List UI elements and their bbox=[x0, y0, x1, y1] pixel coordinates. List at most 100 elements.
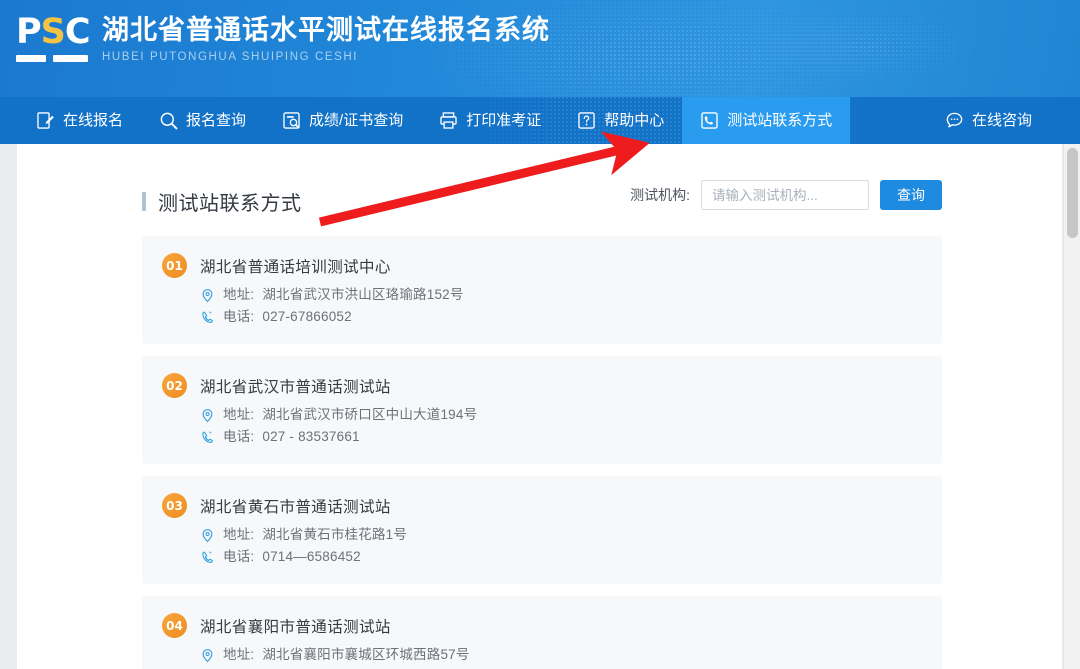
nav-label: 报名查询 bbox=[186, 111, 247, 129]
logo-letter-c: C bbox=[64, 12, 91, 52]
station-details: 地址: 湖北省黄石市桂花路1号 电话: 0714—6586452 bbox=[200, 524, 922, 568]
nav-label: 帮助中心 bbox=[604, 111, 665, 129]
station-header: 02 湖北省武汉市普通话测试站 bbox=[162, 373, 922, 398]
left-gutter bbox=[0, 144, 17, 669]
station-details: 地址: 湖北省襄阳市襄城区环城西路57号 电话: 0710-3530101 | … bbox=[200, 644, 922, 669]
content-container: 测试站联系方式 测试机构: 查询 01 湖北省普通话培训测试中心 bbox=[142, 144, 942, 669]
station-list: 01 湖北省普通话培训测试中心 地址: 湖北省武汉市洪山区珞瑜路152号 电话:… bbox=[142, 236, 942, 669]
station-address-row: 地址: 湖北省武汉市硚口区中山大道194号 bbox=[200, 404, 922, 426]
address-label: 地址: bbox=[223, 287, 255, 302]
page-title-row: 测试站联系方式 测试机构: 查询 bbox=[142, 170, 942, 232]
phone-icon bbox=[202, 431, 213, 443]
station-address-row: 地址: 湖北省武汉市洪山区珞瑜路152号 bbox=[200, 284, 922, 306]
nav-items-left: 在线报名 报名查询 成绩/证书查询 打印准考证 帮助中心 测试站联系方式 bbox=[18, 97, 851, 144]
station-index-badge: 02 bbox=[162, 373, 187, 398]
nav-item-online-registration[interactable]: 在线报名 bbox=[18, 97, 141, 144]
station-phone-row: 电话: 0714—6586452 bbox=[200, 546, 922, 568]
search-button[interactable]: 查询 bbox=[880, 180, 942, 210]
nav-item-print-admission-ticket[interactable]: 打印准考证 bbox=[421, 97, 559, 144]
station-index-badge: 01 bbox=[162, 253, 187, 278]
document-search-icon bbox=[283, 112, 300, 129]
address-value: 湖北省黄石市桂花路1号 bbox=[262, 527, 408, 542]
logo-bar-left bbox=[16, 55, 46, 62]
location-pin-icon bbox=[202, 408, 213, 422]
station-name: 湖北省襄阳市普通话测试站 bbox=[200, 618, 391, 636]
address-value: 湖北省武汉市洪山区珞瑜路152号 bbox=[262, 287, 464, 302]
station-card[interactable]: 04 湖北省襄阳市普通话测试站 地址: 湖北省襄阳市襄城区环城西路57号 bbox=[142, 596, 942, 669]
edit-form-icon bbox=[37, 112, 54, 129]
phone-label: 电话: bbox=[223, 309, 255, 324]
site-brand: PSC 湖北省普通话水平测试在线报名系统 HUBEI PUTONGHUA SHU… bbox=[16, 12, 550, 68]
phone-value: 0714—6586452 bbox=[262, 549, 361, 564]
station-index-badge: 03 bbox=[162, 493, 187, 518]
station-name: 湖北省普通话培训测试中心 bbox=[200, 258, 391, 276]
logo-bar-right bbox=[53, 55, 88, 62]
station-phone-row: 电话: 027-67866052 bbox=[200, 306, 922, 328]
search-label: 测试机构: bbox=[630, 187, 690, 203]
nav-label: 测试站联系方式 bbox=[727, 111, 833, 129]
station-name: 湖北省黄石市普通话测试站 bbox=[200, 498, 391, 516]
station-header: 04 湖北省襄阳市普通话测试站 bbox=[162, 613, 922, 638]
station-name: 湖北省武汉市普通话测试站 bbox=[200, 378, 391, 396]
location-pin-icon bbox=[202, 288, 213, 302]
nav-item-test-station-contact[interactable]: 测试站联系方式 bbox=[682, 97, 851, 144]
phone-value: 027-67866052 bbox=[262, 309, 352, 324]
station-address-row: 地址: 湖北省襄阳市襄城区环城西路57号 bbox=[200, 644, 922, 666]
content-sheet: 测试站联系方式 测试机构: 查询 01 湖北省普通话培训测试中心 bbox=[17, 144, 1062, 669]
psc-logo: PSC bbox=[16, 12, 91, 68]
station-index-badge: 04 bbox=[162, 613, 187, 638]
location-pin-icon bbox=[202, 528, 213, 542]
nav-item-online-consultation[interactable]: 在线咨询 bbox=[927, 97, 1050, 144]
address-value: 湖北省襄阳市襄城区环城西路57号 bbox=[262, 647, 470, 662]
nav-item-registration-query[interactable]: 报名查询 bbox=[141, 97, 264, 144]
world-map-texture-secondary bbox=[700, 10, 1000, 97]
site-title: 湖北省普通话水平测试在线报名系统 bbox=[102, 15, 550, 46]
station-card[interactable]: 03 湖北省黄石市普通话测试站 地址: 湖北省黄石市桂花路1号 电话: 0714… bbox=[142, 476, 942, 584]
station-phone-row: 电话: 027 - 83537661 bbox=[200, 426, 922, 448]
nav-label: 打印准考证 bbox=[466, 111, 542, 129]
phone-value: 027 - 83537661 bbox=[262, 429, 360, 444]
chat-bubble-icon bbox=[946, 112, 963, 128]
search-input[interactable] bbox=[701, 180, 869, 210]
station-header: 01 湖北省普通话培训测试中心 bbox=[162, 253, 922, 278]
page-title: 测试站联系方式 bbox=[142, 187, 302, 216]
printer-icon bbox=[440, 112, 457, 129]
search-form: 测试机构: 查询 bbox=[630, 180, 942, 210]
logo-letter-p: P bbox=[16, 12, 42, 52]
magnifier-icon bbox=[160, 112, 178, 130]
phone-label: 电话: bbox=[223, 429, 255, 444]
page-title-text: 测试站联系方式 bbox=[158, 192, 302, 215]
psc-logo-letters: PSC bbox=[16, 12, 91, 52]
nav-label: 在线报名 bbox=[63, 111, 124, 129]
vertical-scrollbar[interactable] bbox=[1063, 144, 1080, 669]
station-header: 03 湖北省黄石市普通话测试站 bbox=[162, 493, 922, 518]
title-accent-bar bbox=[142, 191, 146, 211]
address-value: 湖北省武汉市硚口区中山大道194号 bbox=[262, 407, 478, 422]
phone-label: 电话: bbox=[223, 549, 255, 564]
site-subtitle: HUBEI PUTONGHUA SHUIPING CESHI bbox=[102, 51, 359, 63]
address-label: 地址: bbox=[223, 527, 255, 542]
nav-item-score-certificate-query[interactable]: 成绩/证书查询 bbox=[264, 97, 421, 144]
logo-underline-bars bbox=[16, 55, 88, 62]
scrollbar-thumb[interactable] bbox=[1067, 148, 1078, 238]
telephone-box-icon bbox=[701, 112, 718, 129]
address-label: 地址: bbox=[223, 407, 255, 422]
page-body: 测试站联系方式 测试机构: 查询 01 湖北省普通话培训测试中心 bbox=[0, 144, 1080, 669]
logo-letter-s: S bbox=[40, 12, 66, 52]
nav-label: 在线咨询 bbox=[971, 111, 1032, 129]
browser-viewport: PSC 湖北省普通话水平测试在线报名系统 HUBEI PUTONGHUA SHU… bbox=[0, 0, 1080, 669]
nav-items-right: 在线咨询 bbox=[927, 97, 1050, 144]
station-card[interactable]: 01 湖北省普通话培训测试中心 地址: 湖北省武汉市洪山区珞瑜路152号 电话:… bbox=[142, 236, 942, 344]
station-details: 地址: 湖北省武汉市洪山区珞瑜路152号 电话: 027-67866052 bbox=[200, 284, 922, 328]
station-address-row: 地址: 湖北省黄石市桂花路1号 bbox=[200, 524, 922, 546]
location-pin-icon bbox=[202, 648, 213, 662]
station-card[interactable]: 02 湖北省武汉市普通话测试站 地址: 湖北省武汉市硚口区中山大道194号 电话… bbox=[142, 356, 942, 464]
brand-text-block: 湖北省普通话水平测试在线报名系统 HUBEI PUTONGHUA SHUIPIN… bbox=[102, 12, 550, 66]
nav-item-help-center[interactable]: 帮助中心 bbox=[559, 97, 682, 144]
phone-icon bbox=[202, 551, 213, 563]
station-details: 地址: 湖北省武汉市硚口区中山大道194号 电话: 027 - 83537661 bbox=[200, 404, 922, 448]
nav-label: 成绩/证书查询 bbox=[309, 111, 404, 129]
site-header: PSC 湖北省普通话水平测试在线报名系统 HUBEI PUTONGHUA SHU… bbox=[0, 0, 1080, 97]
main-navigation: 在线报名 报名查询 成绩/证书查询 打印准考证 帮助中心 测试站联系方式 在线咨… bbox=[0, 97, 1080, 144]
question-box-icon bbox=[578, 112, 595, 129]
